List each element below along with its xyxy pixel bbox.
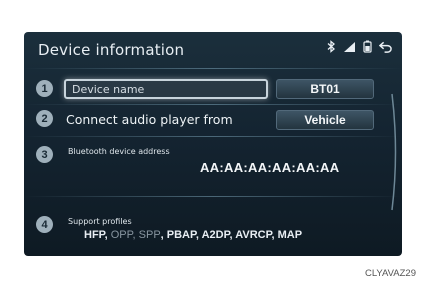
- scroll-indicator[interactable]: [390, 92, 400, 212]
- row-divider: [24, 104, 402, 105]
- callout-1: 1: [36, 80, 53, 97]
- back-icon[interactable]: [379, 40, 392, 53]
- device-info-screen: Device information 1 Device name BT01 2 …: [24, 32, 402, 256]
- bt-address-label: Bluetooth device address: [68, 147, 170, 156]
- device-name-value-button[interactable]: BT01: [276, 79, 374, 99]
- figure-caption: CLYAVAZ29: [364, 268, 416, 279]
- status-bar: [325, 40, 392, 53]
- profile-rest: , PBAP, A2DP, AVRCP, MAP: [160, 229, 303, 241]
- header-divider: [24, 68, 402, 69]
- connect-audio-value-button[interactable]: Vehicle: [276, 110, 374, 130]
- signal-icon: [343, 40, 356, 53]
- device-name-label: Device name: [72, 82, 145, 96]
- profile-opp: OPP: [110, 229, 133, 241]
- callout-4: 4: [36, 216, 53, 233]
- bt-address-value: AA:AA:AA:AA:AA:AA: [200, 160, 340, 175]
- device-name-field[interactable]: Device name: [64, 79, 268, 99]
- callout-3: 3: [36, 146, 53, 163]
- profile-hfp: HFP,: [84, 229, 108, 241]
- battery-icon: [361, 40, 374, 53]
- screen-title: Device information: [38, 41, 185, 59]
- row-divider: [24, 136, 402, 137]
- row-divider: [24, 196, 402, 197]
- callout-2: 2: [36, 110, 53, 127]
- bluetooth-icon: [325, 40, 338, 53]
- profile-spp: SPP: [138, 229, 161, 241]
- support-profiles-value: HFP, OPP, SPP, PBAP, A2DP, AVRCP, MAP: [84, 229, 303, 241]
- support-profiles-label: Support profiles: [68, 217, 132, 226]
- connect-audio-label: Connect audio player from: [66, 112, 233, 127]
